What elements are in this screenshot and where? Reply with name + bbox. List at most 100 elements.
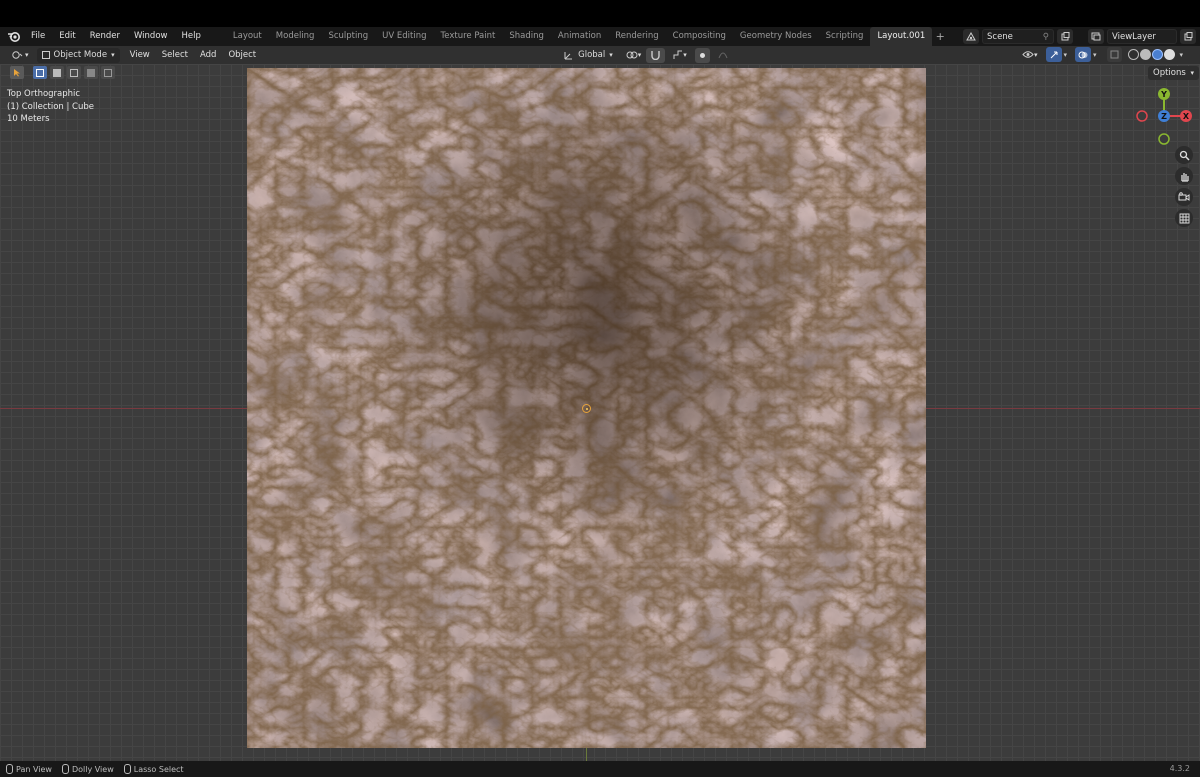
chevron-down-icon: ▾ [637, 51, 642, 59]
pin-icon[interactable]: ⚲ [1043, 32, 1049, 42]
chevron-down-icon: ▾ [111, 51, 115, 59]
grid-scale: 10 Meters [7, 114, 50, 124]
solid-shading-icon[interactable] [1139, 49, 1151, 60]
mouse-middle-icon [6, 764, 13, 774]
shading-mode-group [1127, 49, 1175, 60]
view-name: Top Orthographic [7, 89, 81, 99]
menu-select[interactable]: Select [156, 46, 194, 64]
material-preview-icon[interactable] [1151, 49, 1163, 60]
scene-icon[interactable] [963, 29, 979, 44]
orientation-label: Global [578, 50, 606, 60]
status-pan-view: Pan View [6, 764, 52, 774]
mode-label: Object Mode [53, 50, 108, 60]
menu-edit[interactable]: Edit [52, 27, 82, 46]
navigation-gizmo[interactable]: Y X Z [1133, 86, 1197, 150]
tab-scripting[interactable]: Scripting [819, 27, 871, 46]
selection-mode-extend-icon[interactable] [50, 66, 64, 79]
chevron-down-icon: ▾ [609, 51, 613, 59]
menu-object[interactable]: Object [222, 46, 262, 64]
top-menubar: File Edit Render Window Help Layout Mode… [0, 27, 1200, 46]
pivot-point-dropdown[interactable]: ▾ [621, 48, 647, 63]
chevron-down-icon[interactable]: ▾ [1180, 51, 1184, 59]
3d-viewport[interactable]: Top Orthographic (1) Collection | Cube 1… [0, 64, 1200, 761]
view-layer-icon[interactable] [1088, 29, 1104, 44]
selection-mode-subtract-icon[interactable] [67, 66, 81, 79]
status-lasso-select: Lasso Select [123, 764, 184, 774]
toggle-perspective-button[interactable] [1175, 209, 1193, 227]
hand-icon [1180, 172, 1189, 182]
tab-geometry-nodes[interactable]: Geometry Nodes [733, 27, 819, 46]
gizmo-y-label: Y [1160, 90, 1167, 99]
status-bar: Pan View Dolly View Lasso Select 4.3.2 [0, 761, 1200, 777]
status-pan-label: Pan View [16, 764, 52, 774]
tab-modeling[interactable]: Modeling [269, 27, 322, 46]
tab-compositing[interactable]: Compositing [666, 27, 733, 46]
proportional-edit-toggle[interactable] [694, 47, 710, 63]
tab-sculpting[interactable]: Sculpting [321, 27, 375, 46]
gizmo-x-label: X [1183, 112, 1190, 121]
overlay-toggle[interactable] [1075, 47, 1092, 62]
rendered-shading-icon[interactable] [1163, 49, 1175, 60]
chevron-down-icon[interactable]: ▾ [1093, 51, 1097, 59]
grid-icon [1179, 213, 1189, 223]
selection-mode-new-icon[interactable] [33, 66, 47, 79]
snap-target-dropdown[interactable]: ▾ [668, 48, 692, 63]
new-scene-icon[interactable] [1057, 29, 1073, 44]
viewport-header: ▾ Object Mode ▾ View Select Add Object G… [0, 46, 1200, 64]
tab-uv-editing[interactable]: UV Editing [375, 27, 433, 46]
xray-toggle[interactable] [1106, 47, 1122, 62]
select-tool-icon[interactable] [10, 66, 24, 79]
scene-name: Scene [987, 31, 1013, 42]
falloff-icon [718, 52, 728, 59]
tab-texture-paint[interactable]: Texture Paint [434, 27, 503, 46]
viewport-info-overlay: Top Orthographic (1) Collection | Cube 1… [7, 88, 94, 126]
negative-y-axis-handle [1158, 133, 1170, 145]
tab-rendering[interactable]: Rendering [608, 27, 665, 46]
selection-mode-intersect-icon[interactable] [101, 66, 115, 79]
menu-help[interactable]: Help [174, 27, 207, 46]
status-dolly-view: Dolly View [61, 764, 114, 774]
options-dropdown[interactable]: Options ▾ [1148, 66, 1200, 80]
blender-logo-icon[interactable] [2, 27, 24, 46]
view-layer-field[interactable]: ViewLayer [1107, 29, 1177, 44]
active-collection: (1) Collection | Cube [7, 101, 95, 112]
tab-layout-001[interactable]: Layout.001 [870, 27, 933, 46]
orientation-icon [564, 52, 573, 60]
viewport-display-controls: ▾ ▾ ▾ ▾ [1020, 47, 1183, 62]
add-workspace-button[interactable]: + [932, 27, 948, 46]
mode-dropdown[interactable]: Object Mode ▾ [36, 47, 120, 63]
selection-mode-invert-icon[interactable] [84, 66, 98, 79]
chevron-down-icon: ▾ [25, 51, 29, 59]
pan-button[interactable] [1175, 167, 1193, 185]
camera-view-button[interactable] [1175, 188, 1193, 206]
menu-window[interactable]: Window [127, 27, 175, 46]
menu-file[interactable]: File [24, 27, 52, 46]
view-layer-name: ViewLayer [1112, 31, 1156, 42]
new-view-layer-icon[interactable] [1180, 29, 1196, 44]
editor-type-button[interactable]: ▾ [6, 48, 34, 63]
version-label: 4.3.2 [1169, 764, 1190, 773]
wireframe-shading-icon[interactable] [1127, 49, 1139, 60]
tab-layout[interactable]: Layout [226, 27, 269, 46]
zoom-button[interactable] [1175, 146, 1193, 164]
menu-view[interactable]: View [124, 46, 156, 64]
magnifier-icon [1179, 150, 1190, 161]
falloff-dropdown[interactable] [713, 48, 733, 63]
scene-name-field[interactable]: Scene ⚲ [982, 29, 1054, 44]
negative-x-axis-handle [1136, 110, 1148, 122]
snap-toggle[interactable] [646, 47, 666, 63]
options-label: Options [1153, 68, 1186, 78]
gizmo-z-label: Z [1161, 112, 1167, 121]
eye-icon [1022, 51, 1034, 58]
chevron-down-icon[interactable]: ▾ [1064, 51, 1068, 59]
pivot-icon [626, 51, 638, 59]
menu-render[interactable]: Render [83, 27, 127, 46]
tab-shading[interactable]: Shading [502, 27, 551, 46]
orientation-dropdown[interactable]: Global ▾ [559, 48, 618, 63]
overlay-icon [1078, 51, 1088, 58]
workspace-tabs: Layout Modeling Sculpting UV Editing Tex… [226, 27, 948, 46]
tab-animation[interactable]: Animation [551, 27, 608, 46]
gizmo-toggle[interactable] [1045, 47, 1062, 62]
visibility-dropdown[interactable]: ▾ [1020, 47, 1040, 62]
menu-add[interactable]: Add [194, 46, 222, 64]
